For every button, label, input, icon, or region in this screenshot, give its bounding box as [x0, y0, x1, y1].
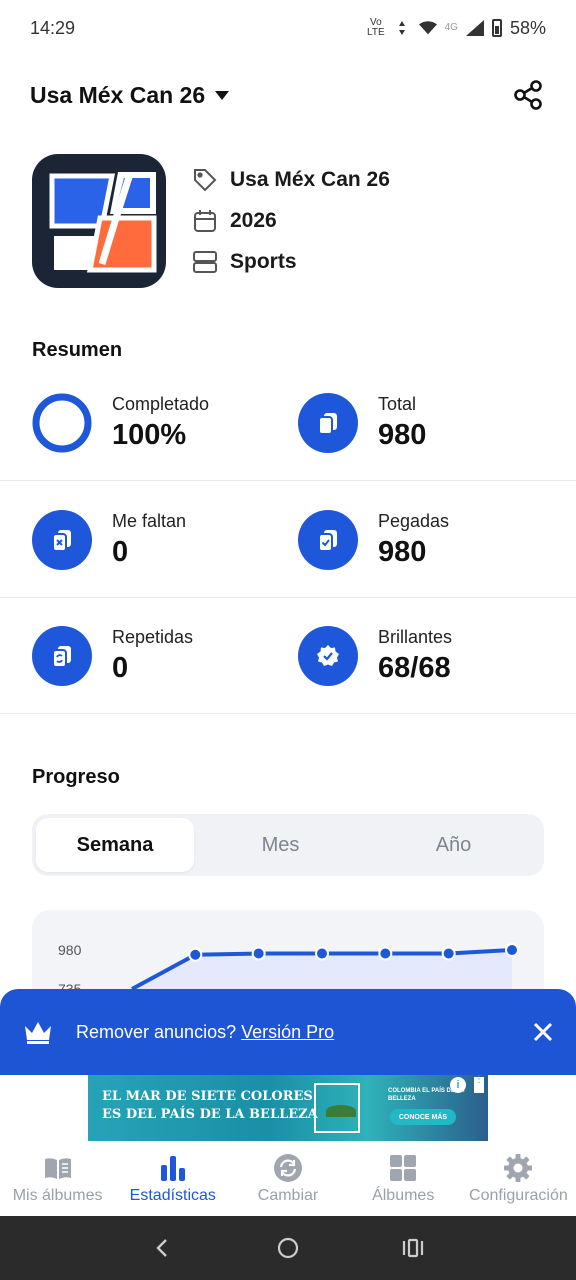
album-name: Usa Méx Can 26 [230, 167, 390, 191]
stuck-value: 980 [378, 536, 427, 568]
album-category: Sports [230, 249, 297, 273]
nav-label: Estadísticas [129, 1186, 216, 1204]
tab-week[interactable]: Semana [36, 818, 194, 872]
remove-ads-banner: Remover anuncios? Versión Pro [0, 989, 576, 1075]
stat-stuck: Pegadas 980 [298, 482, 449, 598]
book-open-icon [44, 1157, 71, 1179]
ad-line-2: ES DEL PAÍS DE LA BELLEZA [102, 1107, 318, 1122]
recents-icon[interactable] [401, 1236, 425, 1260]
data-point [505, 943, 519, 957]
crown-icon [25, 1022, 51, 1044]
data-point [188, 947, 203, 962]
tag-icon [194, 168, 217, 191]
album-selector[interactable]: Usa Méx Can 26 [30, 81, 230, 109]
pro-version-link[interactable]: Versión Pro [241, 1022, 334, 1042]
nav-my-albums[interactable]: Mis álbumes [0, 1141, 115, 1216]
promo-text: Remover anuncios? Versión Pro [76, 1021, 335, 1042]
album-info: Usa Méx Can 26 2026 Sports [32, 153, 552, 288]
signal-icon [465, 20, 484, 36]
tab-month[interactable]: Mes [194, 818, 367, 872]
system-navigation-bar [0, 1216, 576, 1280]
repeated-label: Repetidas [112, 627, 194, 647]
cards-repeat-icon [32, 626, 92, 686]
completed-value: 100% [112, 419, 187, 451]
data-point [315, 946, 329, 961]
bottom-navigation: Mis álbumes Estadísticas Cambiar Álbumes… [0, 1141, 576, 1216]
album-selector-label: Usa Méx Can 26 [30, 81, 206, 108]
ad-cta-button[interactable]: CONOCE MÁS [390, 1109, 456, 1125]
nav-label: Mis álbumes [12, 1186, 103, 1204]
total-label: Total [378, 394, 417, 414]
nav-settings[interactable]: Configuración [461, 1141, 576, 1216]
home-icon[interactable] [276, 1236, 300, 1260]
nav-albums[interactable]: Álbumes [346, 1141, 461, 1216]
stats-row-2: Me faltan 0 Pegadas 980 [0, 482, 576, 598]
repeated-value: 0 [112, 652, 129, 684]
network-type: 4G [444, 22, 458, 33]
status-time: 14:29 [30, 17, 76, 38]
nav-label: Álbumes [372, 1186, 435, 1204]
stat-completed: Completado 100% [32, 365, 209, 481]
status-bar: 14:29 Vo LTE 4G 58% [0, 0, 576, 56]
stuck-label: Pegadas [378, 511, 450, 531]
y-tick-label: 980 [58, 942, 82, 958]
album-logo [32, 153, 166, 288]
back-icon[interactable] [151, 1236, 175, 1260]
progress-ring [32, 393, 92, 453]
ad-info-icon[interactable]: i [450, 1077, 466, 1093]
app-header: Usa Méx Can 26 [0, 66, 576, 124]
missing-label: Me faltan [112, 511, 187, 531]
album-name-row: Usa Méx Can 26 [192, 166, 390, 194]
completed-label: Completado [112, 394, 210, 414]
ad-line-1: EL MAR DE SIETE COLORES [102, 1089, 313, 1104]
status-icons: Vo LTE 4G 58% [367, 18, 546, 39]
data-point [441, 946, 456, 961]
album-meta: Usa Méx Can 26 2026 Sports [192, 166, 390, 276]
stat-repeated: Repetidas 0 [32, 598, 193, 714]
wifi-icon [418, 21, 437, 35]
album-category-row: Sports [192, 248, 390, 276]
nav-swap[interactable]: Cambiar [230, 1141, 345, 1216]
swap-icon [274, 1153, 302, 1182]
shiny-value: 68/68 [378, 652, 451, 684]
stat-shiny: Brillantes 68/68 [298, 598, 452, 714]
cards-check-icon [298, 510, 358, 570]
data-point [251, 946, 266, 961]
data-point [378, 946, 393, 961]
nav-label: Cambiar [257, 1186, 319, 1204]
battery-icon [491, 19, 502, 37]
ad-menu-icon[interactable]: ⋮ [474, 1075, 484, 1093]
ad-frame [314, 1083, 360, 1133]
album-year-row: 2026 [192, 207, 390, 235]
cards-missing-icon [32, 510, 92, 570]
badge-check-icon [298, 626, 358, 686]
missing-value: 0 [112, 536, 129, 568]
gear-icon [504, 1153, 533, 1182]
album-year: 2026 [230, 208, 277, 232]
nav-label: Configuración [469, 1186, 568, 1204]
progress-title: Progreso [32, 766, 120, 788]
ad-banner[interactable]: EL MAR DE SIETE COLORES ES DEL PAÍS DE L… [88, 1075, 488, 1141]
stat-total: Total 980 [298, 365, 426, 481]
close-icon[interactable] [532, 1021, 554, 1043]
shiny-label: Brillantes [378, 627, 453, 647]
grid-icon [390, 1154, 417, 1181]
share-icon[interactable] [512, 79, 544, 111]
calendar-icon [194, 209, 216, 232]
cards-icon [298, 393, 358, 453]
caret-down-icon [215, 90, 230, 100]
stats-row-3: Repetidas 0 Brillantes 68/68 [0, 598, 576, 714]
tab-year[interactable]: Año [367, 818, 540, 872]
stats-row-1: Completado 100% Total 980 [0, 365, 576, 481]
bar-chart-icon [160, 1155, 185, 1181]
data-arrows-icon [398, 21, 405, 35]
battery-level: 58% [509, 17, 546, 38]
total-value: 980 [378, 419, 427, 451]
stat-missing: Me faltan 0 [32, 482, 186, 598]
period-segmented-control: Semana Mes Año [32, 814, 544, 876]
server-icon [193, 250, 217, 273]
summary-title: Resumen [32, 339, 123, 361]
nav-statistics[interactable]: Estadísticas [115, 1141, 230, 1216]
volte-icon: Vo LTE [367, 17, 385, 38]
